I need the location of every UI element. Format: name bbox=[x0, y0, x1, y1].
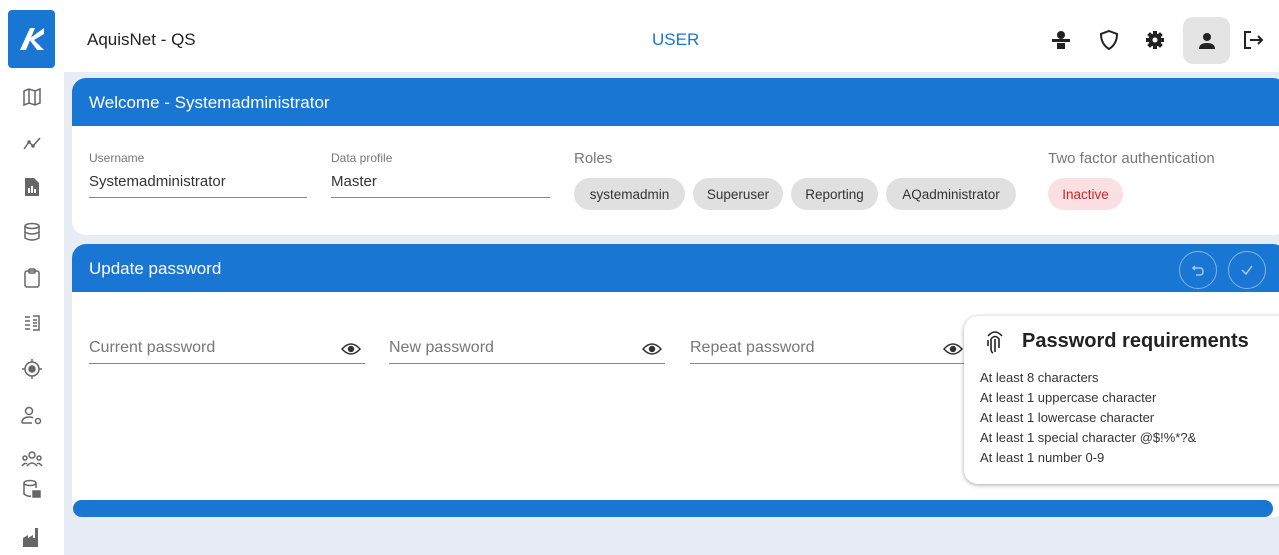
requirement-item: At least 1 lowercase character bbox=[980, 410, 1155, 425]
role-chip: AQadministrator bbox=[886, 178, 1016, 210]
eye-icon[interactable] bbox=[340, 338, 362, 360]
data-profile-label: Data profile bbox=[331, 151, 393, 165]
eye-icon[interactable] bbox=[641, 338, 663, 360]
undo-button[interactable] bbox=[1179, 251, 1217, 289]
requirement-item: At least 1 special character @$!%*?& bbox=[980, 430, 1197, 445]
username-label: Username bbox=[89, 151, 145, 165]
list-icon[interactable] bbox=[19, 310, 45, 336]
sidebar bbox=[0, 0, 64, 555]
data-profile-underline bbox=[331, 197, 550, 198]
map-icon[interactable] bbox=[19, 84, 45, 110]
username-underline bbox=[89, 197, 307, 198]
app-title: AquisNet - QS bbox=[87, 30, 196, 49]
role-chip: Superuser bbox=[693, 178, 783, 210]
roles-label: Roles bbox=[574, 150, 613, 167]
new-password-underline bbox=[389, 363, 665, 364]
progress-bar bbox=[73, 500, 1273, 517]
logout-icon[interactable] bbox=[1240, 26, 1268, 54]
user-settings-icon[interactable] bbox=[19, 403, 45, 429]
password-requirements-panel: Password requirements At least 8 charact… bbox=[964, 316, 1279, 484]
requirement-item: At least 1 uppercase character bbox=[980, 390, 1157, 405]
repeat-password-underline bbox=[690, 363, 966, 364]
data-profile-value: Master bbox=[331, 173, 377, 190]
factory-icon[interactable] bbox=[19, 524, 45, 550]
network-icon[interactable] bbox=[1047, 26, 1075, 54]
user-icon[interactable] bbox=[1183, 17, 1230, 64]
gear-icon[interactable] bbox=[1141, 26, 1169, 54]
clipboard-icon[interactable] bbox=[19, 265, 45, 291]
requirements-title: Password requirements bbox=[1022, 330, 1249, 352]
twofa-status-badge: Inactive bbox=[1048, 178, 1123, 210]
top-bar: AquisNet - QS USER bbox=[64, 0, 1279, 72]
repeat-password-input[interactable]: Repeat password bbox=[690, 339, 815, 357]
chart-line-icon[interactable] bbox=[19, 130, 45, 156]
password-title: Update password bbox=[72, 244, 1279, 292]
database-icon[interactable] bbox=[19, 219, 45, 245]
twofa-label: Two factor authentication bbox=[1048, 150, 1215, 167]
database-lock-icon[interactable] bbox=[19, 476, 45, 502]
eye-icon[interactable] bbox=[942, 338, 964, 360]
current-password-input[interactable]: Current password bbox=[89, 339, 215, 357]
section-title: USER bbox=[652, 30, 700, 49]
target-icon[interactable] bbox=[19, 356, 45, 382]
requirement-item: At least 1 number 0-9 bbox=[980, 450, 1105, 465]
logo[interactable] bbox=[8, 10, 55, 68]
requirement-item: At least 8 characters bbox=[980, 370, 1099, 385]
new-password-input[interactable]: New password bbox=[389, 339, 494, 357]
shield-icon[interactable] bbox=[1095, 26, 1123, 54]
report-icon[interactable] bbox=[19, 174, 45, 200]
role-chip: systemadmin bbox=[574, 178, 685, 210]
username-value: Systemadministrator bbox=[89, 173, 226, 190]
current-password-underline bbox=[89, 363, 365, 364]
users-group-icon[interactable] bbox=[19, 446, 45, 472]
fingerprint-icon bbox=[984, 328, 1010, 356]
save-button[interactable] bbox=[1228, 251, 1266, 289]
role-chip: Reporting bbox=[791, 178, 878, 210]
welcome-title: Welcome - Systemadministrator bbox=[72, 78, 1279, 126]
